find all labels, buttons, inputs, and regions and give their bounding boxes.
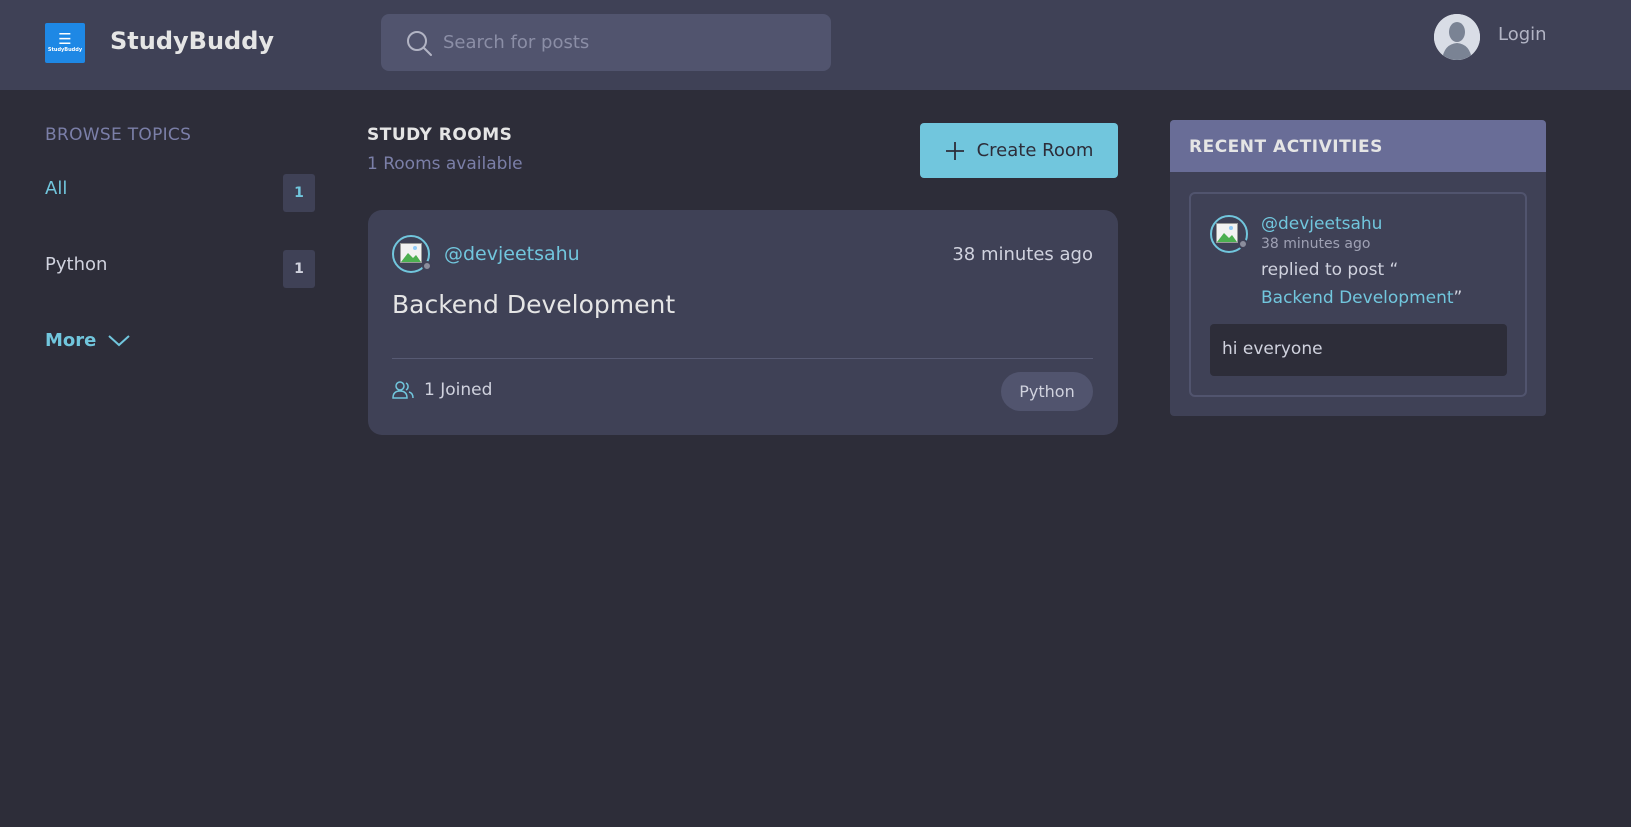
brand-title[interactable]: StudyBuddy: [110, 27, 274, 55]
search-input[interactable]: [443, 14, 823, 71]
topic-name: All: [45, 178, 68, 199]
activity-close-quote: ”: [1453, 288, 1463, 308]
user-avatar-icon[interactable]: [1434, 14, 1480, 60]
room-host-link[interactable]: @devjeetsahu: [444, 243, 580, 265]
topic-count-badge: 1: [283, 174, 315, 212]
top-navbar: ☰ StudyBuddy StudyBuddy Login: [0, 0, 1631, 90]
room-card[interactable]: @devjeetsahu 38 minutes ago Backend Deve…: [368, 210, 1118, 435]
online-status-dot: [1238, 239, 1248, 249]
topic-name: Python: [45, 254, 108, 275]
rooms-available-count: 1 Rooms available: [367, 154, 523, 174]
online-status-dot: [422, 261, 432, 271]
study-rooms-heading: STUDY ROOMS: [367, 125, 513, 145]
login-link[interactable]: Login: [1498, 24, 1547, 45]
recent-activities-heading: RECENT ACTIVITIES: [1189, 137, 1383, 157]
chevron-down-icon: [108, 334, 131, 346]
topic-item-python[interactable]: Python 1: [45, 250, 315, 290]
room-participants: 1 Joined: [392, 380, 492, 400]
search-bar[interactable]: [381, 14, 831, 71]
browse-topics-heading: BROWSE TOPICS: [45, 125, 192, 145]
logo-text: StudyBuddy: [47, 47, 83, 53]
topic-item-all[interactable]: All 1: [45, 174, 315, 214]
room-title-link[interactable]: Backend Development: [392, 290, 675, 319]
create-room-label: Create Room: [976, 140, 1094, 161]
room-timestamp: 38 minutes ago: [952, 244, 1093, 265]
logo-icon: ☰: [58, 30, 72, 48]
card-divider: [392, 358, 1093, 359]
activity-room-line: Backend Development”: [1261, 288, 1462, 308]
activity-item: @devjeetsahu 38 minutes ago replied to p…: [1189, 192, 1527, 397]
activity-action-text: replied to post “: [1261, 260, 1399, 280]
avatar-silhouette: [1434, 14, 1480, 60]
broken-image-icon: [400, 243, 422, 263]
plus-icon: [945, 141, 964, 160]
recent-activities-panel: RECENT ACTIVITIES @devjeetsahu 38 minute…: [1170, 120, 1546, 416]
activity-timestamp: 38 minutes ago: [1261, 236, 1371, 252]
search-icon: [407, 31, 432, 56]
more-topics-button[interactable]: More: [45, 330, 131, 351]
activity-user-link[interactable]: @devjeetsahu: [1261, 214, 1382, 234]
create-room-button[interactable]: Create Room: [920, 123, 1118, 178]
activity-room-link[interactable]: Backend Development: [1261, 288, 1454, 308]
topic-count-badge: 1: [283, 250, 315, 288]
activity-message: hi everyone: [1210, 324, 1507, 376]
host-avatar[interactable]: [392, 235, 432, 273]
more-label: More: [45, 330, 97, 351]
studybuddy-logo[interactable]: ☰ StudyBuddy: [45, 23, 85, 63]
broken-image-icon: [1216, 223, 1238, 243]
recent-activities-header: RECENT ACTIVITIES: [1170, 120, 1546, 172]
joined-count: 1 Joined: [424, 380, 493, 400]
activity-user-avatar[interactable]: [1210, 215, 1248, 253]
room-topic-tag[interactable]: Python: [1001, 372, 1093, 411]
users-icon: [392, 381, 414, 399]
